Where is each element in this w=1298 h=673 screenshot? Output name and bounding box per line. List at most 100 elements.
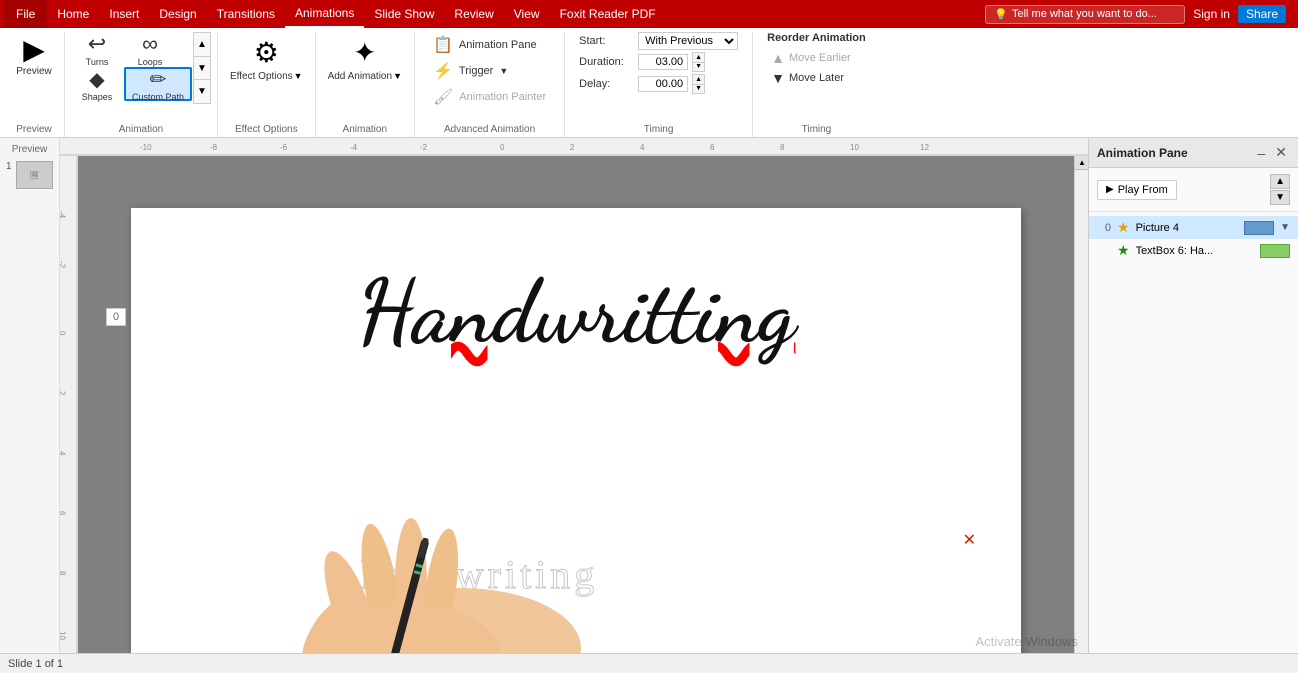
reorder-group: Reorder Animation ▲ Move Earlier ▼ Move … [759, 32, 874, 88]
trigger-icon: ⚡ [433, 61, 453, 81]
menu-review[interactable]: Review [444, 0, 503, 28]
animation-pane-icon: 📋 [433, 35, 453, 55]
loops-label: Loops [138, 57, 163, 67]
menu-slideshow[interactable]: Slide Show [364, 0, 444, 28]
anim-item-bar-0 [1244, 221, 1274, 235]
menu-view[interactable]: View [504, 0, 550, 28]
scroll-down-btn[interactable]: ▼ [194, 57, 210, 81]
svg-text:12: 12 [920, 143, 929, 152]
preview-icon: ▶ [23, 36, 45, 64]
file-menu-btn[interactable]: File [4, 0, 47, 28]
animation-pane-btn[interactable]: 📋 Animation Pane [429, 32, 550, 58]
trigger-btn[interactable]: ⚡ Trigger ▼ [429, 58, 550, 84]
shapes-label: Shapes [82, 92, 113, 102]
svg-text:-6: -6 [280, 143, 288, 152]
scroll-up-btn[interactable]: ▲ [194, 33, 210, 57]
move-down-btn[interactable]: ▼ [1270, 190, 1290, 205]
duration-spinner[interactable]: ▲ ▼ [692, 52, 705, 72]
delay-input[interactable] [638, 76, 688, 92]
share-btn[interactable]: Share [1238, 5, 1286, 23]
duration-up-btn[interactable]: ▲ [693, 53, 704, 63]
add-animation-button[interactable]: ✦ Add Animation ▼ [322, 32, 408, 86]
duration-label: Duration: [579, 56, 634, 68]
slide-panel: Preview 1 🖼 [0, 138, 60, 653]
slide-thumbnail[interactable]: 🖼 [16, 161, 53, 189]
delay-up-btn[interactable]: ▲ [693, 75, 704, 85]
zero-badge: 0 [106, 308, 126, 326]
effect-options-button[interactable]: ⚙ Effect Options ▼ [224, 32, 309, 86]
scroll-more-btn[interactable]: ▼ [194, 80, 210, 103]
delay-row: Delay: ▲ ▼ [579, 74, 738, 94]
ruler-left: -4 -2 0 2 4 6 8 10 [60, 156, 78, 653]
menu-home[interactable]: Home [47, 0, 99, 28]
svg-text:-10: -10 [140, 143, 152, 152]
move-earlier-icon: ▲ [771, 50, 785, 66]
vertical-scrollbar[interactable]: ▲ ▼ ▲ ▼ ▲ [1074, 156, 1088, 653]
menu-design[interactable]: Design [149, 0, 206, 28]
svg-text:6: 6 [710, 143, 715, 152]
sign-in-btn[interactable]: Sign in [1193, 7, 1230, 21]
svg-text:-4: -4 [60, 211, 67, 219]
duration-down-btn[interactable]: ▼ [693, 63, 704, 72]
play-icon: ▶ [1106, 184, 1114, 195]
anim-list: 0 ★ Picture 4 ▼ ★ TextBox 6: Ha... [1089, 212, 1298, 653]
preview-items: ▶ Preview [10, 32, 58, 124]
search-box[interactable]: 💡 Tell me what you want to do... [985, 5, 1185, 24]
advanced-items: 📋 Animation Pane ⚡ Trigger ▼ 🖌 Animation… [421, 32, 558, 124]
anim-pane-close[interactable]: ✕ [1272, 144, 1290, 161]
svg-text:10: 10 [850, 143, 859, 152]
duration-input[interactable] [638, 54, 688, 70]
anim-item-label-0: Picture 4 [1136, 222, 1239, 234]
svg-text:8: 8 [60, 571, 67, 576]
move-later-label: Move Later [789, 72, 844, 84]
start-select[interactable]: With Previous On Click After Previous [638, 32, 738, 50]
ribbon-group-advanced: 📋 Animation Pane ⚡ Trigger ▼ 🖌 Animation… [415, 32, 565, 137]
anim-list-item[interactable]: 0 ★ Picture 4 ▼ [1089, 216, 1298, 239]
menu-foxit[interactable]: Foxit Reader PDF [550, 0, 666, 28]
anim-pane-title: Animation Pane [1097, 146, 1188, 160]
svg-text:2: 2 [60, 391, 67, 396]
play-from-btn[interactable]: ▶ Play From [1097, 180, 1177, 200]
scroll-up-btn[interactable]: ▲ [1075, 156, 1088, 170]
anim-pane-btns: – ✕ [1254, 144, 1290, 161]
slide-canvas[interactable]: Handwritting handwriting [131, 208, 1021, 654]
preview-button[interactable]: ▶ Preview [10, 32, 58, 81]
delay-down-btn[interactable]: ▼ [693, 85, 704, 94]
slide-main: -4 -2 0 2 4 6 8 10 0 [60, 156, 1088, 653]
ribbon: ▶ Preview Preview ↩ Turns ◆ [0, 28, 1298, 138]
anim-custom-path[interactable]: ✏ Custom Path [124, 67, 192, 101]
delay-label: Delay: [579, 78, 634, 90]
menu-transitions[interactable]: Transitions [207, 0, 285, 28]
anim-turns[interactable]: ↩ Turns [71, 32, 123, 66]
move-later-icon: ▼ [771, 70, 785, 86]
anim-loops[interactable]: ∞ Loops [124, 32, 176, 66]
preview-label: Preview [16, 66, 52, 77]
ribbon-group-animation: ↩ Turns ◆ Shapes ∞ Loops [65, 32, 218, 137]
move-up-btn[interactable]: ▲ [1270, 174, 1290, 189]
svg-text:-4: -4 [350, 143, 358, 152]
svg-text:6: 6 [60, 511, 67, 516]
ribbon-content: ▶ Preview Preview ↩ Turns ◆ [0, 28, 1298, 137]
menu-bar: File Home Insert Design Transitions Anim… [0, 0, 1298, 28]
ribbon-group-reorder: Reorder Animation ▲ Move Earlier ▼ Move … [753, 32, 880, 137]
duration-row: Duration: ▲ ▼ [579, 52, 738, 72]
anim-pane-minimize[interactable]: – [1254, 145, 1268, 161]
delay-spinner[interactable]: ▲ ▼ [692, 74, 705, 94]
animation-scroll[interactable]: ▲ ▼ ▼ [193, 32, 211, 104]
move-earlier-btn[interactable]: ▲ Move Earlier [767, 48, 866, 68]
svg-text:4: 4 [60, 451, 67, 456]
anim-list-item[interactable]: ★ TextBox 6: Ha... [1089, 239, 1298, 262]
timing-group-label: Timing [571, 124, 746, 137]
play-from-row: ▶ Play From ▲ ▼ [1089, 168, 1298, 212]
svg-text:0: 0 [60, 331, 67, 336]
move-later-btn[interactable]: ▼ Move Later [767, 68, 866, 88]
animation-painter-btn[interactable]: 🖌 Animation Painter [429, 84, 550, 110]
menu-animations[interactable]: Animations [285, 0, 364, 28]
ribbon-group-timing: Start: With Previous On Click After Prev… [565, 32, 753, 137]
ribbon-group-effect: ⚙ Effect Options ▼ Effect Options [218, 32, 316, 137]
menu-insert[interactable]: Insert [99, 0, 149, 28]
scroll-track[interactable] [1075, 170, 1088, 653]
anim-item-dropdown-0[interactable]: ▼ [1280, 222, 1290, 233]
anim-shapes[interactable]: ◆ Shapes [71, 67, 123, 101]
svg-text:0: 0 [500, 143, 505, 152]
